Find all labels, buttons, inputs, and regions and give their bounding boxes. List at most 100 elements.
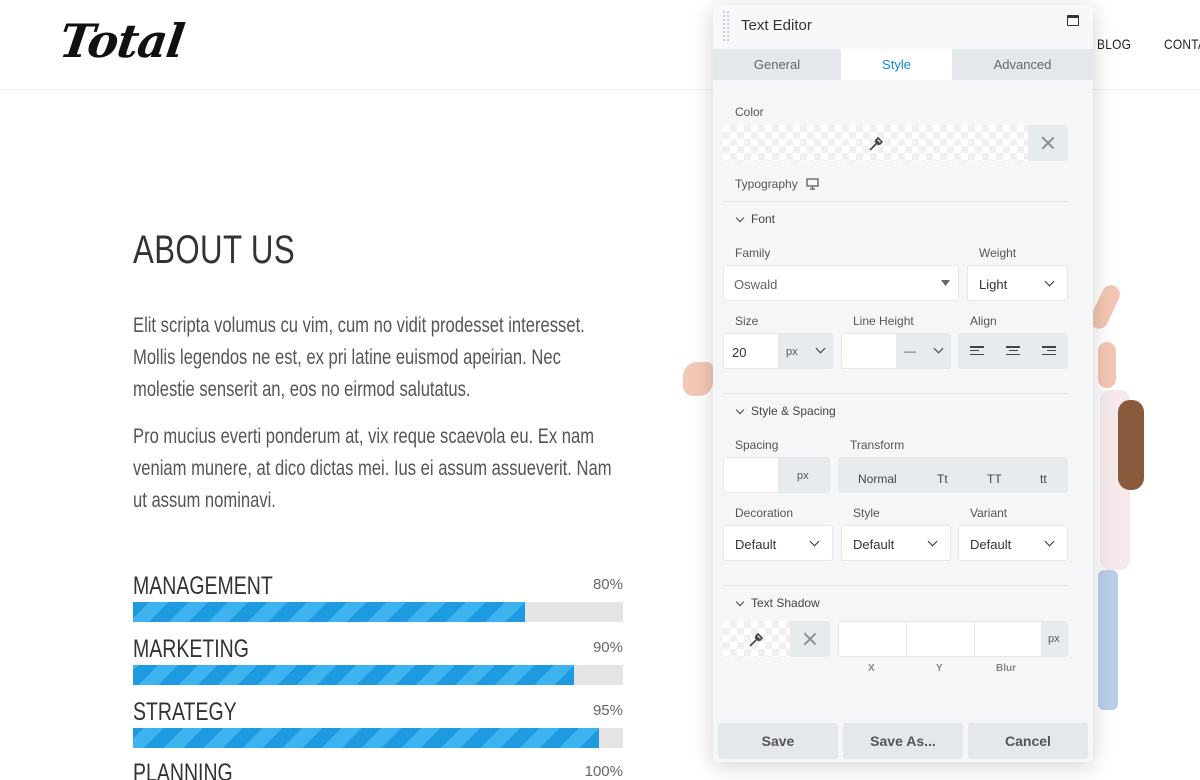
panel-title: Text Editor: [741, 17, 812, 34]
save-as-button[interactable]: Save As...: [843, 723, 963, 759]
transform-uppercase-button[interactable]: TT: [987, 472, 1002, 486]
shadow-color-picker[interactable]: [723, 621, 830, 657]
skill-fill: [133, 602, 525, 622]
line-height-unit-select[interactable]: —: [896, 334, 950, 368]
site-logo[interactable]: Total: [56, 14, 187, 68]
spacing-unit-text: px: [797, 470, 809, 482]
save-button[interactable]: Save: [718, 723, 838, 759]
transform-lowercase-button[interactable]: tt: [1040, 472, 1047, 486]
close-icon: [803, 632, 817, 646]
shadow-color-clear-button[interactable]: [790, 621, 830, 657]
skill-track: [133, 728, 623, 748]
chevron-down-icon: [809, 536, 820, 547]
shadow-unit: px: [1041, 622, 1067, 656]
skill-percent: 95%: [592, 702, 623, 719]
shadow-blur-label: Blur: [996, 663, 1016, 674]
style-spacing-section-toggle[interactable]: Style & Spacing: [735, 404, 836, 418]
shadow-y-input[interactable]: [907, 622, 974, 656]
align-left-icon[interactable]: [970, 346, 984, 358]
font-variant-select[interactable]: Default: [958, 525, 1068, 561]
about-paragraph: Pro mucius everti ponderum at, vix reque…: [133, 425, 612, 512]
chevron-down-icon: [927, 536, 938, 547]
color-picker[interactable]: [723, 125, 1068, 161]
font-size-input[interactable]: 20 px: [723, 333, 833, 369]
photo-person: [1087, 280, 1200, 720]
skill-track: [133, 665, 623, 685]
skill-label: MARKETING: [133, 635, 249, 663]
photo-hair: [1118, 400, 1144, 490]
photo-arm: [1098, 342, 1116, 388]
nav-link-contact[interactable]: CONTA: [1164, 36, 1200, 52]
font-weight-select[interactable]: Light: [967, 265, 1068, 301]
transform-capitalize-button[interactable]: Tt: [937, 472, 948, 486]
align-center-icon[interactable]: [1006, 346, 1020, 358]
divider: [723, 393, 1068, 394]
skill-label: STRATEGY: [133, 698, 237, 726]
divider: [723, 585, 1068, 586]
skill-label: MANAGEMENT: [133, 572, 273, 600]
skill-percent: 90%: [592, 639, 623, 656]
align-label: Align: [970, 314, 997, 328]
align-right-icon[interactable]: [1042, 346, 1056, 358]
line-height-label: Line Height: [853, 314, 914, 328]
variant-label: Variant: [970, 506, 1008, 520]
line-height-input[interactable]: —: [841, 333, 951, 369]
tab-advanced[interactable]: Advanced: [952, 49, 1093, 80]
photo-hand: [683, 362, 713, 396]
font-style-value: Default: [853, 537, 895, 552]
skill-track: [133, 602, 623, 622]
spacing-label: Spacing: [735, 438, 779, 452]
size-unit-select[interactable]: px: [778, 334, 832, 368]
skill-percent: 100%: [584, 763, 623, 780]
caret-down-icon: [941, 280, 950, 286]
letter-spacing-input[interactable]: px: [723, 457, 830, 493]
font-family-value: Oswald: [734, 277, 778, 292]
shadow-inputs: px: [838, 621, 1068, 657]
font-section-toggle[interactable]: Font: [735, 212, 776, 226]
style-label: Style: [853, 506, 880, 520]
size-label: Size: [735, 314, 759, 328]
skill-fill: [133, 728, 599, 748]
shadow-x-input[interactable]: [839, 622, 906, 656]
font-style-select[interactable]: Default: [841, 525, 951, 561]
color-clear-button[interactable]: [1028, 125, 1068, 161]
tab-style[interactable]: Style: [841, 49, 952, 80]
window-icon[interactable]: [1067, 15, 1079, 26]
transform-normal-button[interactable]: Normal: [858, 472, 897, 486]
about-title: ABOUT US: [133, 228, 296, 272]
typography-label: Typography: [735, 177, 798, 191]
eyedropper-icon: [869, 136, 884, 151]
tab-general[interactable]: General: [713, 49, 841, 80]
close-icon: [1041, 136, 1055, 150]
color-label: Color: [735, 105, 764, 119]
chevron-down-icon: [735, 213, 745, 223]
transform-label: Transform: [850, 438, 905, 452]
font-section-label: Font: [751, 212, 776, 226]
decoration-select[interactable]: Default: [723, 525, 833, 561]
font-family-select[interactable]: Oswald: [723, 265, 959, 301]
font-variant-value: Default: [970, 537, 1012, 552]
weight-label: Weight: [979, 246, 1017, 260]
chevron-down-icon: [735, 597, 745, 607]
style-spacing-section-label: Style & Spacing: [751, 404, 836, 418]
photo-legs: [1098, 570, 1118, 710]
shadow-x-label: X: [868, 663, 875, 674]
drag-handle-icon[interactable]: [722, 10, 730, 43]
chevron-down-icon: [933, 343, 944, 354]
divider: [723, 201, 1068, 202]
desktop-icon[interactable]: [806, 178, 819, 190]
cancel-button[interactable]: Cancel: [968, 723, 1088, 759]
font-size-value: 20: [732, 345, 747, 360]
text-shadow-section-toggle[interactable]: Text Shadow: [735, 596, 820, 610]
decoration-value: Default: [735, 537, 777, 552]
skill-percent: 80%: [592, 576, 623, 593]
chevron-down-icon: [1044, 536, 1055, 547]
panel-header: Text Editor: [713, 5, 1093, 49]
shadow-blur-input[interactable]: [975, 622, 1041, 656]
text-shadow-section-label: Text Shadow: [751, 596, 820, 610]
nav-link-blog[interactable]: BLOG: [1097, 36, 1131, 52]
shadow-y-label: Y: [936, 663, 943, 674]
transform-button-group: Normal Tt TT tt: [838, 457, 1068, 493]
about-section: ABOUT US Elit scripta volumus cu vim, cu…: [133, 228, 623, 512]
eyedropper-icon: [749, 632, 764, 647]
